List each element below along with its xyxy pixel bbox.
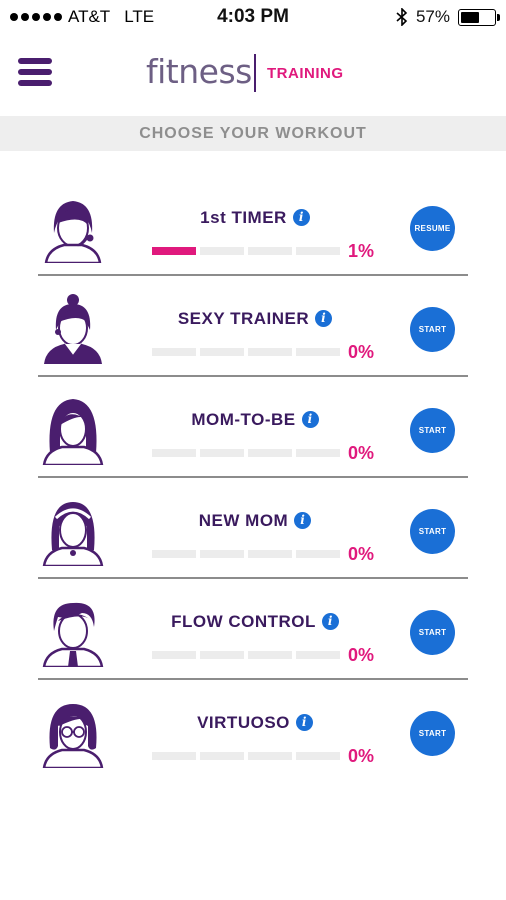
info-icon[interactable]: i [292,209,310,226]
progress-segment [200,247,244,255]
workout-row[interactable]: FLOW CONTROL i 0% START [0,579,506,680]
progress-segment [152,651,196,659]
workout-row[interactable]: MOM-TO-BE i 0% START [0,377,506,478]
workout-title: VIRTUOSO [197,713,290,732]
progress-fill [152,247,196,255]
progress-segment [152,752,196,760]
progress-percent: 0% [348,645,375,665]
workout-title: NEW MOM [198,511,289,530]
progress-track [152,752,340,760]
battery-level [461,11,479,23]
workout-title-group: MOM-TO-BE i [120,410,390,430]
progress-segment [248,449,292,457]
progress-segment [248,752,292,760]
progress-percent: 0% [348,443,375,463]
app-header: fitness TRAINING [0,40,506,110]
avatar-short-hair-tie-icon [40,597,106,669]
progress-percent: 0% [348,746,375,766]
workout-row[interactable]: VIRTUOSO i 0% START [0,680,506,781]
progress-segment [152,348,196,356]
progress-track [152,651,340,659]
workout-title: SEXY TRAINER [177,309,310,328]
workout-title: 1st TIMER [200,208,287,227]
workout-list: 1st TIMER i 1% RESUME SEXY TRAINER i 0% START … [0,175,506,781]
hamburger-menu-icon[interactable] [18,58,54,88]
progress-segment [200,348,244,356]
start-button[interactable]: START [410,408,455,453]
workout-title: MOM-TO-BE [191,410,296,429]
workout-row[interactable]: NEW MOM i 0% START [0,478,506,579]
progress-percent: 0% [348,342,375,362]
progress-segment [248,247,292,255]
status-right: 57% [396,7,500,27]
progress-segment [296,247,340,255]
progress-percent: 1% [348,241,375,261]
battery-percent: 57% [415,7,450,26]
choose-workout-banner: CHOOSE YOUR WORKOUT [0,116,506,151]
progress-track [152,449,340,457]
progress-segment [296,651,340,659]
progress-segment [152,449,196,457]
info-icon[interactable]: i [301,411,319,428]
progress-segment [248,550,292,558]
workout-row[interactable]: SEXY TRAINER i 0% START [0,276,506,377]
brand-divider [254,54,256,92]
progress-segment [296,752,340,760]
avatar-headset-icon [40,193,106,265]
progress-segment [200,449,244,457]
workout-title-group: VIRTUOSO i [120,713,390,733]
avatar-bun-headset-icon [40,294,106,364]
progress-segment [296,348,340,356]
progress-segment [296,550,340,558]
progress-segment [248,651,292,659]
workout-title-group: 1st TIMER i [120,208,390,228]
progress-segment [200,550,244,558]
resume-button[interactable]: RESUME [410,206,455,251]
info-icon[interactable]: i [315,310,333,327]
workout-row[interactable]: 1st TIMER i 1% RESUME [0,175,506,276]
avatar-headband-icon [40,496,106,568]
avatar-long-hair-icon [40,395,106,467]
progress-track [152,550,340,558]
progress-segment [152,550,196,558]
brand-logo: fitness [146,52,252,91]
start-button[interactable]: START [410,711,455,756]
progress-segment [200,752,244,760]
avatar-glasses-icon [40,698,106,770]
progress-segment [248,348,292,356]
start-button[interactable]: START [410,610,455,655]
info-icon[interactable]: i [321,613,339,630]
workout-title-group: NEW MOM i [120,511,390,531]
start-button[interactable]: START [410,307,455,352]
workout-title: FLOW CONTROL [171,612,316,631]
progress-segment [296,449,340,457]
status-bar: AT&T LTE 4:03 PM 57% [0,0,506,36]
progress-track [152,348,340,356]
progress-percent: 0% [348,544,375,564]
workout-title-group: FLOW CONTROL i [120,612,390,632]
workout-title-group: SEXY TRAINER i [120,309,390,329]
progress-segment [200,651,244,659]
battery-icon [458,8,500,26]
section-title: TRAINING [267,65,344,82]
info-icon[interactable]: i [295,714,313,731]
start-button[interactable]: START [410,509,455,554]
bluetooth-icon [396,8,408,26]
info-icon[interactable]: i [294,512,312,529]
